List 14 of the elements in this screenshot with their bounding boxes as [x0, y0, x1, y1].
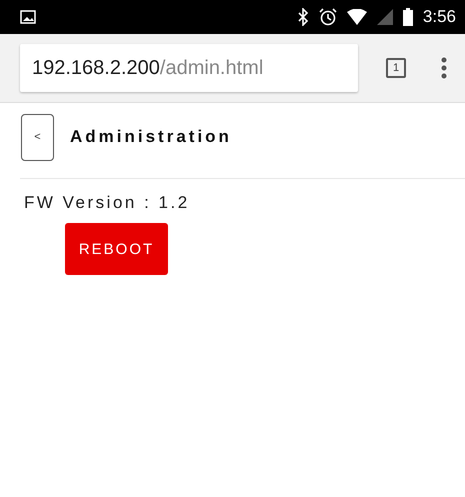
page-title: Administration [70, 127, 232, 147]
image-icon [20, 10, 36, 24]
reboot-button[interactable]: REBOOT [65, 223, 168, 275]
wifi-icon [346, 9, 367, 25]
menu-icon[interactable] [441, 57, 447, 79]
signal-icon [376, 9, 393, 25]
alarm-icon [318, 8, 337, 26]
bluetooth-icon [296, 8, 309, 26]
status-time: 3:56 [422, 7, 456, 27]
url-field[interactable]: 192.168.2.200/admin.html [20, 44, 358, 92]
battery-icon [402, 8, 413, 26]
tab-count-button[interactable]: 1 [386, 58, 406, 78]
firmware-version: FW Version : 1.2 [24, 193, 191, 213]
back-button[interactable]: < [21, 114, 54, 160]
